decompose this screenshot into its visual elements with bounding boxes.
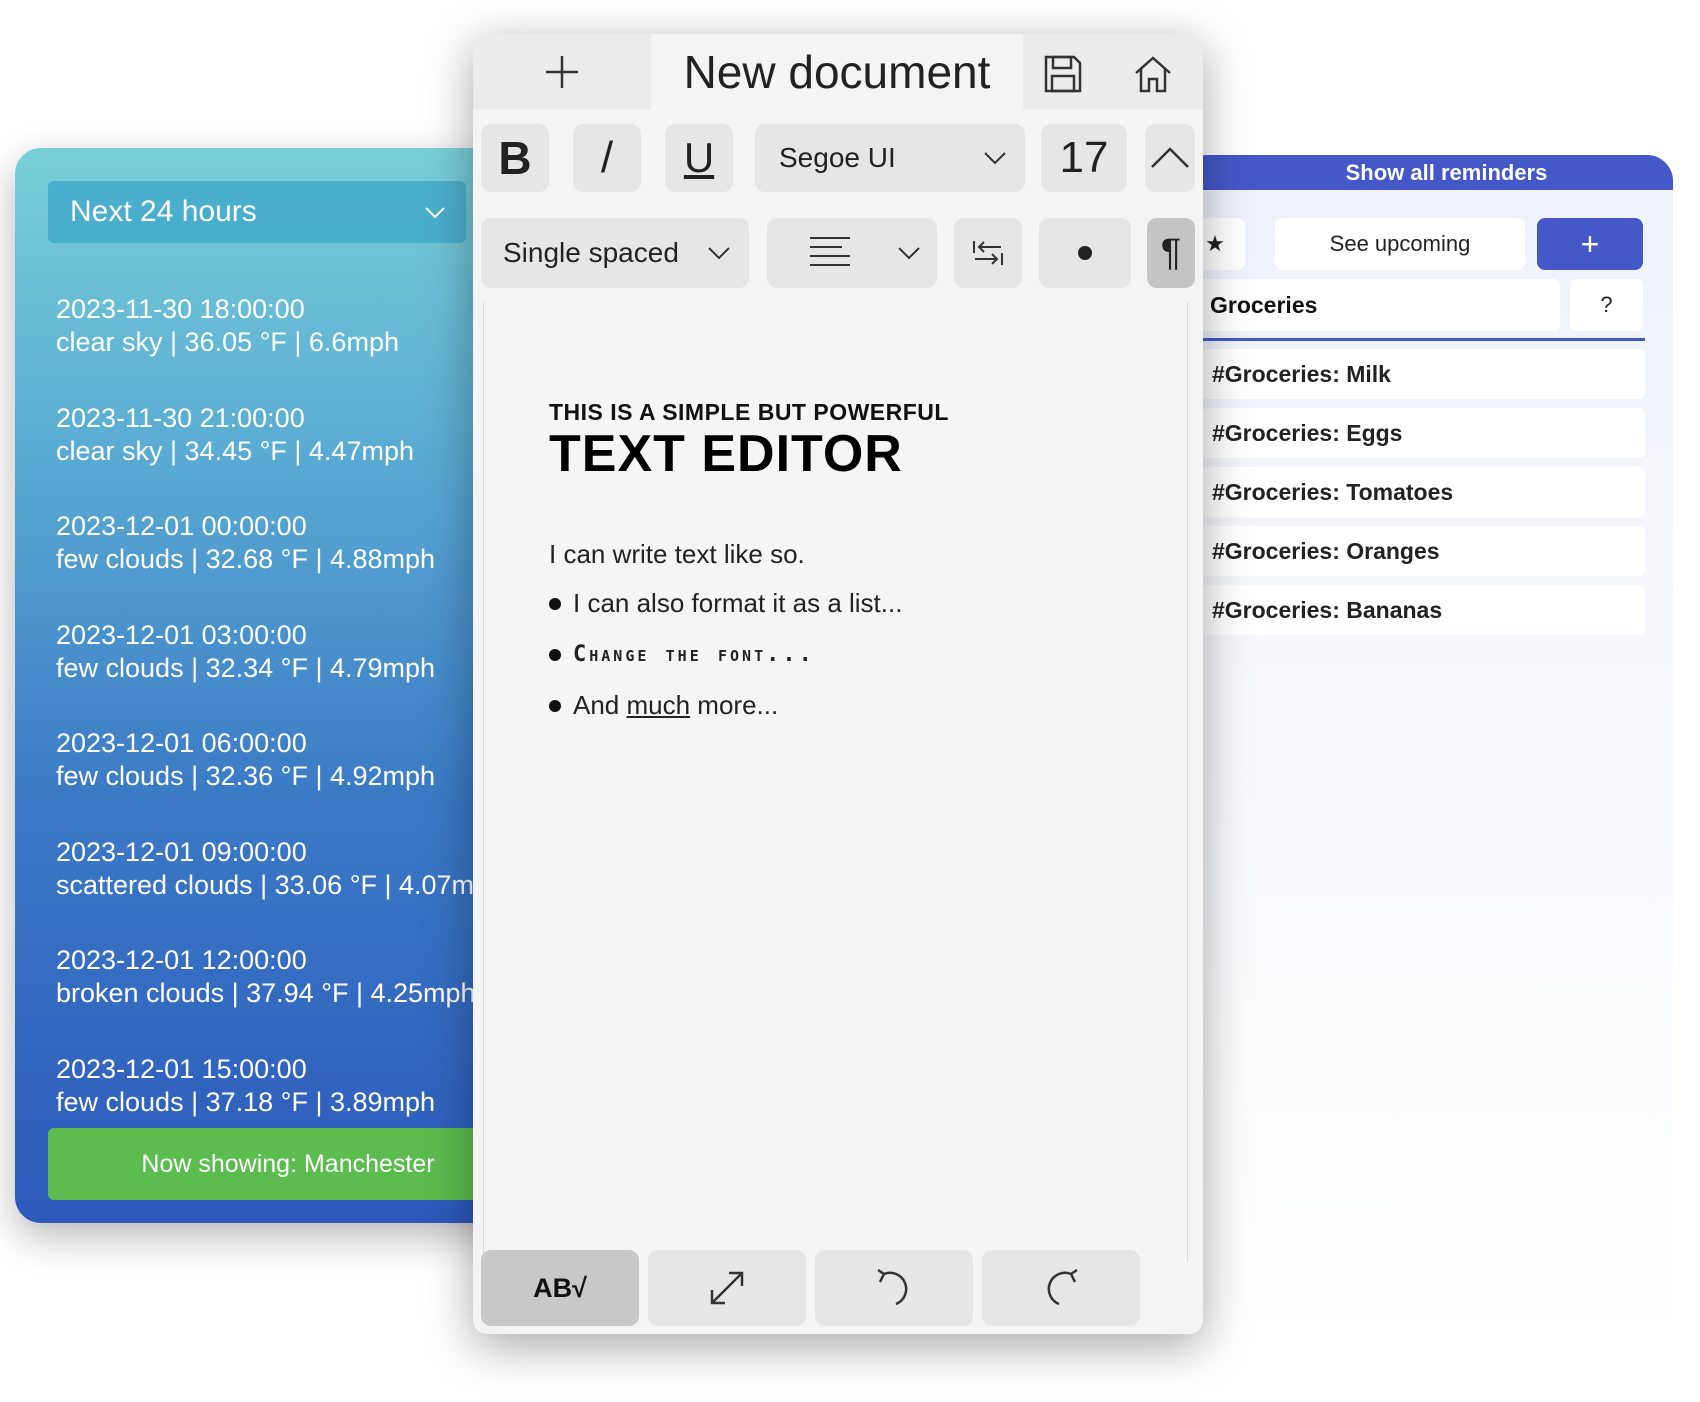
bullet-icon	[549, 597, 561, 610]
forecast-time: 2023-12-01 12:00:00	[56, 945, 307, 975]
paragraph: I can write text like so.	[549, 539, 805, 569]
list-item-text-start: And	[573, 690, 627, 720]
home-icon	[1135, 56, 1171, 93]
reminder-item[interactable]: #Groceries: Bananas	[1202, 585, 1645, 635]
forecast-item: 2023-12-01 03:00:00 few clouds | 32.34 °…	[56, 619, 535, 728]
forecast-summary: few clouds | 32.68 °F | 4.88mph	[56, 544, 436, 574]
forecast-summary: few clouds | 32.34 °F | 4.79mph	[56, 652, 436, 683]
document-title[interactable]: New document	[651, 34, 1023, 110]
forecast-item: 2023-12-01 06:00:00 few clouds | 32.36 °…	[56, 727, 535, 836]
forecast-summary: few clouds | 37.18 °F | 3.89mph	[56, 1086, 436, 1117]
list-item-text-end: more...	[690, 690, 779, 720]
divider	[1202, 338, 1645, 341]
expand-icon	[710, 1271, 744, 1305]
bullet-icon	[1078, 246, 1092, 260]
indent-button[interactable]	[954, 218, 1022, 288]
forecast-range-value: Next 24 hours	[70, 195, 257, 228]
redo-button[interactable]	[982, 1250, 1140, 1326]
save-icon	[1044, 55, 1082, 93]
weather-panel: Next 24 hours 2023-11-30 18:00:00 clear …	[15, 148, 535, 1223]
see-upcoming-button[interactable]: See upcoming	[1275, 218, 1525, 270]
line-spacing-value: Single spaced	[503, 237, 679, 268]
fullscreen-button[interactable]	[648, 1250, 806, 1326]
forecast-time: 2023-12-01 06:00:00	[56, 728, 307, 758]
bullet-icon	[549, 648, 561, 661]
font-name: Segoe UI	[779, 142, 896, 173]
now-showing-button[interactable]: Now showing: Manchester	[48, 1128, 535, 1200]
home-button[interactable]	[1123, 44, 1183, 104]
align-left-icon	[810, 237, 850, 266]
forecast-summary: few clouds | 32.36 °F | 4.92mph	[56, 761, 436, 791]
forecast-summary: clear sky | 36.05 °F | 6.6mph	[56, 327, 399, 357]
heading-small: THIS IS A SIMPLE BUT POWERFUL	[549, 399, 949, 425]
underline-button[interactable]: U	[665, 124, 733, 192]
forecast-time: 2023-12-01 09:00:00	[56, 836, 307, 867]
title-bar: New document	[473, 34, 1203, 110]
forecast-time: 2023-12-01 03:00:00	[56, 619, 307, 650]
help-button[interactable]: ?	[1570, 279, 1643, 331]
indent-icon	[973, 241, 1003, 265]
bold-button[interactable]: B	[481, 124, 549, 192]
reminders-panel: Show all reminders ★ See upcoming + Groc…	[1180, 155, 1673, 1355]
heading-large: TEXT EDITOR	[549, 425, 903, 483]
forecast-time: 2023-12-01 15:00:00	[56, 1053, 307, 1084]
text-editor-window: New document B / U Segoe UI 17 Single sp…	[473, 34, 1203, 1334]
new-document-button[interactable]	[473, 34, 651, 110]
reminder-item[interactable]: #Groceries: Eggs	[1202, 408, 1645, 458]
reminder-item[interactable]: #Groceries: Oranges	[1202, 526, 1645, 576]
forecast-summary: scattered clouds | 33.06 °F | 4.07m	[56, 869, 475, 900]
document-area[interactable]: THIS IS A SIMPLE BUT POWERFUL TEXT EDITO…	[483, 302, 1188, 1262]
save-button[interactable]	[1033, 44, 1093, 104]
reminder-item[interactable]: #Groceries: Tomatoes	[1202, 467, 1645, 517]
forecast-item: 2023-12-01 12:00:00 broken clouds | 37.9…	[56, 944, 535, 1053]
forecast-summary: clear sky | 34.45 °F | 4.47mph	[56, 435, 414, 466]
line-spacing-select[interactable]: Single spaced	[481, 218, 749, 288]
forecast-item: 2023-12-01 09:00:00 scattered clouds | 3…	[56, 836, 535, 945]
undo-icon	[877, 1268, 908, 1306]
reminder-item[interactable]: #Groceries: Milk	[1202, 349, 1645, 399]
group-name-field[interactable]: Groceries	[1180, 279, 1560, 331]
font-select[interactable]: Segoe UI	[755, 124, 1025, 192]
undo-button[interactable]	[815, 1250, 973, 1326]
forecast-time: 2023-11-30 18:00:00	[56, 294, 305, 324]
font-size-field[interactable]: 17	[1041, 124, 1127, 192]
reminder-list: #Groceries: Milk #Groceries: Eggs #Groce…	[1202, 349, 1645, 644]
list-item-text-underlined: much	[626, 690, 691, 720]
forecast-item: 2023-11-30 18:00:00 clear sky | 36.05 °F…	[56, 293, 535, 402]
bullet-icon	[549, 699, 561, 712]
chevron-down-icon	[425, 207, 445, 219]
forecast-summary: broken clouds | 37.94 °F | 4.25mph	[56, 978, 476, 1008]
alignment-select[interactable]	[767, 218, 937, 288]
list-item-text: Change the font...	[573, 642, 815, 667]
forecast-range-select[interactable]: Next 24 hours	[48, 181, 466, 243]
forecast-item: 2023-12-01 00:00:00 few clouds | 32.68 °…	[56, 510, 535, 619]
forecast-time: 2023-12-01 00:00:00	[56, 511, 307, 541]
forecast-item: 2023-11-30 21:00:00 clear sky | 34.45 °F…	[56, 402, 535, 511]
plus-icon	[546, 56, 578, 88]
list-item: Change the font...	[549, 642, 815, 667]
show-all-reminders-button[interactable]: Show all reminders	[1180, 155, 1673, 190]
list-item-text: I can also format it as a list...	[573, 588, 903, 618]
forecast-time: 2023-11-30 21:00:00	[56, 402, 305, 433]
list-item: And much more...	[549, 690, 778, 721]
chevron-down-icon	[984, 152, 1006, 165]
forecast-list[interactable]: 2023-11-30 18:00:00 clear sky | 36.05 °F…	[56, 293, 535, 1161]
chevron-up-icon	[1151, 147, 1189, 168]
list-item: I can also format it as a list...	[549, 588, 902, 619]
font-size-up-button[interactable]	[1145, 124, 1195, 192]
spellcheck-button[interactable]: AB√	[481, 1250, 639, 1326]
bullet-list-button[interactable]	[1039, 218, 1131, 288]
add-reminder-button[interactable]: +	[1537, 218, 1643, 270]
show-formatting-button[interactable]: ¶	[1147, 218, 1195, 288]
chevron-down-icon	[708, 247, 730, 260]
italic-button[interactable]: /	[573, 124, 641, 192]
redo-icon	[1047, 1268, 1078, 1306]
chevron-down-icon	[898, 247, 920, 260]
